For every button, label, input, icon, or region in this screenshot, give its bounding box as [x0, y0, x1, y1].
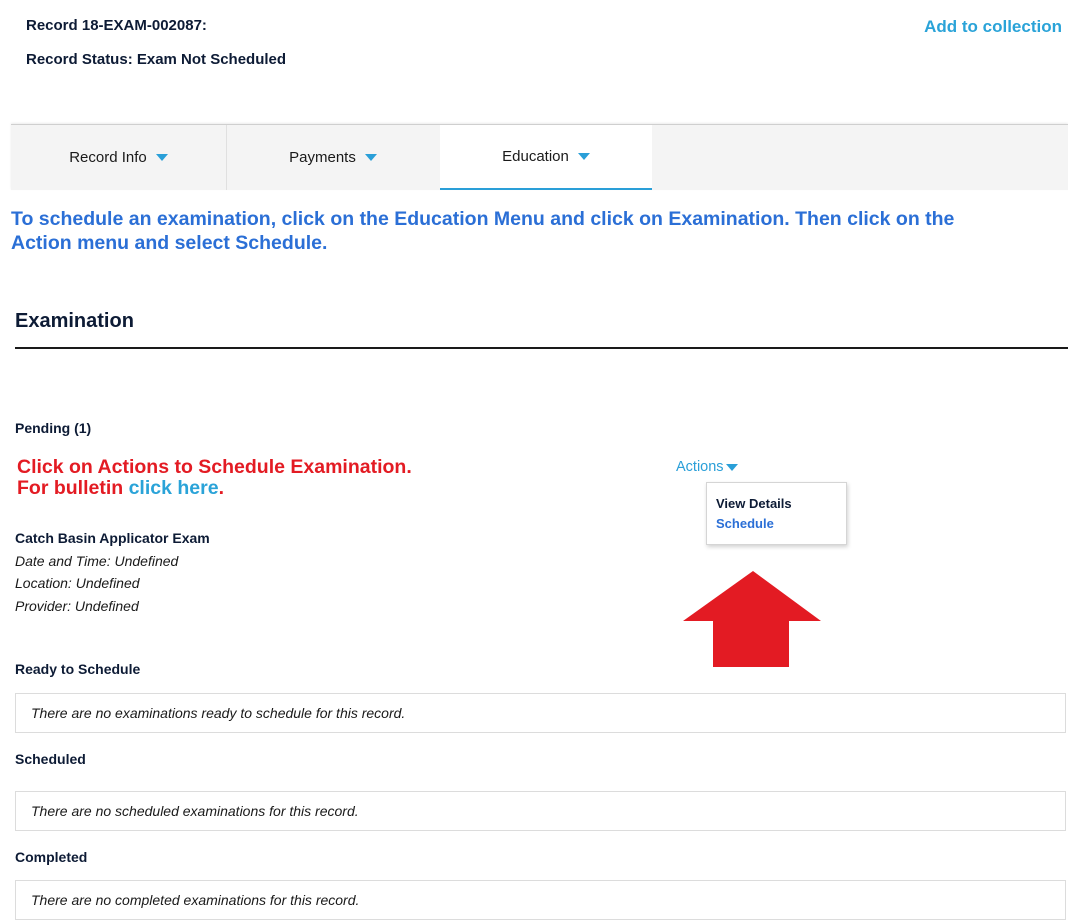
tab-education[interactable]: Education — [440, 125, 652, 190]
ready-to-schedule-title: Ready to Schedule — [15, 661, 141, 677]
exam-location: Location: Undefined — [15, 575, 140, 591]
section-divider — [15, 347, 1068, 349]
record-header: Record 18-EXAM-002087: Record Status: Ex… — [0, 0, 1068, 123]
alert-line-1: Click on Actions to Schedule Examination… — [17, 456, 412, 478]
menu-item-schedule[interactable]: Schedule — [716, 516, 774, 531]
record-tab-bar: Record Info Payments Education — [11, 124, 1068, 190]
exam-provider: Provider: Undefined — [15, 598, 139, 614]
alert-prefix: For bulletin — [17, 477, 129, 499]
scheduled-empty: There are no scheduled examinations for … — [15, 791, 1066, 831]
examination-title: Examination — [15, 310, 134, 332]
tab-record-info[interactable]: Record Info — [11, 125, 226, 190]
tab-label: Payments — [289, 149, 356, 166]
exam-name: Catch Basin Applicator Exam — [15, 530, 210, 546]
ready-to-schedule-empty: There are no examinations ready to sched… — [15, 693, 1066, 733]
completed-empty: There are no completed examinations for … — [15, 880, 1066, 920]
record-number: Record 18-EXAM-002087: — [26, 17, 207, 34]
add-to-collection-link[interactable]: Add to collection — [924, 17, 1062, 37]
caret-down-icon — [725, 463, 738, 471]
actions-menu: View Details Schedule — [706, 482, 847, 545]
bulletin-link[interactable]: click here — [129, 477, 219, 499]
scheduled-title: Scheduled — [15, 751, 86, 767]
instruction-line-1: To schedule an examination, click on the… — [11, 208, 955, 230]
alert-line-2: For bulletin click here. — [17, 478, 412, 499]
completed-title: Completed — [15, 849, 88, 865]
actions-label: Actions — [676, 459, 724, 475]
menu-item-view-details[interactable]: View Details — [716, 496, 792, 511]
actions-dropdown-button[interactable]: Actions — [676, 459, 738, 475]
tab-payments[interactable]: Payments — [227, 125, 439, 190]
caret-down-icon — [364, 154, 377, 161]
alert-suffix: . — [218, 477, 224, 499]
pending-title: Pending (1) — [15, 420, 92, 436]
instruction-line-2: Action menu and select Schedule. — [11, 232, 328, 254]
red-up-arrow-icon — [683, 571, 821, 667]
record-status: Record Status: Exam Not Scheduled — [26, 51, 287, 68]
tab-label: Record Info — [69, 149, 147, 166]
tab-label: Education — [502, 148, 569, 165]
schedule-instruction: To schedule an examination, click on the… — [11, 207, 1068, 255]
caret-down-icon — [577, 153, 590, 160]
caret-down-icon — [155, 154, 168, 161]
exam-date-time: Date and Time: Undefined — [15, 553, 179, 569]
schedule-alert-note: Click on Actions to Schedule Examination… — [17, 457, 412, 499]
